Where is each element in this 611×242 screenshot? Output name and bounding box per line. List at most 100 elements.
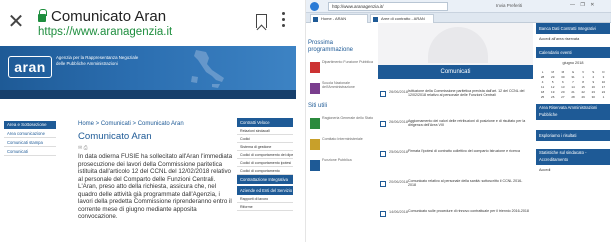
tab-aree[interactable]: Aree di contratto - ARAN bbox=[370, 14, 434, 23]
calendar-day[interactable]: 22 bbox=[579, 90, 588, 94]
area-riservata-head[interactable]: Area Riservata Amministrazioni Pubbliche bbox=[536, 104, 610, 120]
calendar-day[interactable]: 26 bbox=[548, 95, 557, 99]
calendar-day[interactable]: 24 bbox=[599, 90, 608, 94]
calendar-weekday: G bbox=[571, 70, 575, 74]
communication-row[interactable]: 26/06/2018 Aggiornamento dei valori dell… bbox=[378, 118, 533, 140]
document-icon bbox=[380, 151, 386, 157]
calendar-day[interactable]: 17 bbox=[599, 85, 608, 89]
page-url[interactable]: https://www.aranagenzia.it bbox=[38, 26, 172, 38]
favicon-icon bbox=[313, 17, 318, 22]
contracts-item[interactable]: Relazioni sindacali bbox=[237, 127, 293, 135]
nav-item[interactable]: Aree di contratto bbox=[203, 98, 235, 99]
partner-link[interactable]: Comitato Interministeriale bbox=[308, 137, 378, 153]
calendar-grid[interactable]: L M M G V S D 28 29 30 31 1 2 3 4 5 6 7 8 9 10 11 12 13 14 15 16 17… bbox=[536, 68, 610, 101]
nav-item[interactable]: Contrattazione collettiva bbox=[159, 98, 203, 99]
health-item[interactable]: Rapporti di lavoro bbox=[237, 195, 293, 203]
nav-item[interactable]: Area comparti bbox=[235, 98, 263, 99]
calendar-day[interactable]: 29 bbox=[579, 95, 588, 99]
calendar-day[interactable]: 4 bbox=[538, 80, 547, 84]
calendar-day[interactable]: 19 bbox=[548, 90, 557, 94]
statistiche-head[interactable]: Statistiche sul sindacato - Accreditamen… bbox=[536, 149, 610, 165]
tab-home[interactable]: Home - ARAN bbox=[310, 14, 368, 23]
calendar-day[interactable]: 14 bbox=[568, 85, 577, 89]
communication-row[interactable]: 20/06/2018 Comunicato relativo al person… bbox=[378, 178, 533, 200]
sidebar-item-comunicati[interactable]: Comunicati bbox=[4, 147, 56, 156]
calendar-day[interactable]: 23 bbox=[589, 90, 598, 94]
communication-row[interactable]: 25/06/2018 Firmata l'ipotesi di contratt… bbox=[378, 148, 533, 170]
bookmark-icon[interactable] bbox=[256, 14, 267, 28]
calendar-day[interactable]: 6 bbox=[558, 80, 567, 84]
calendar-day[interactable]: 20 bbox=[558, 90, 567, 94]
calendar-day[interactable]: 8 bbox=[579, 80, 588, 84]
nav-item[interactable]: Agenzia bbox=[16, 98, 35, 99]
partner-link[interactable]: Dipartimento Funzione Pubblica bbox=[308, 60, 378, 76]
calendar-day[interactable]: 1 bbox=[599, 95, 608, 99]
banca-dati-text[interactable]: Accedi all'area riservata bbox=[536, 34, 610, 44]
communication-row[interactable]: 26/06/2018 Istituzione della Commissione… bbox=[378, 88, 533, 110]
calendar-day[interactable]: 29 bbox=[548, 75, 557, 79]
document-icon bbox=[380, 91, 386, 97]
contracts-item[interactable]: Sistema di gestione bbox=[237, 143, 293, 151]
screenshot-root: ✕ Comunicato Aran https://www.aranagenzi… bbox=[0, 0, 611, 242]
partner-link[interactable]: Funzione Pubblica bbox=[308, 158, 378, 174]
communication-row[interactable]: 14/06/2018 Comunicato sulle procedure di… bbox=[378, 208, 533, 230]
calendar-day[interactable]: 9 bbox=[589, 80, 598, 84]
partner-link[interactable]: Ragioneria Generale dello Stato bbox=[308, 116, 378, 132]
calendar-day[interactable]: 31 bbox=[568, 75, 577, 79]
sidebar-item-area[interactable]: Area comunicazione bbox=[4, 129, 56, 138]
contracts-item[interactable]: Codici di comportamento dei dipendenti bbox=[237, 151, 293, 159]
url-input[interactable]: http://www.aranagenzia.it/ bbox=[328, 2, 448, 11]
calendar-day[interactable]: 28 bbox=[538, 75, 547, 79]
calendar-day[interactable]: 30 bbox=[558, 75, 567, 79]
calendar-day[interactable]: 27 bbox=[558, 95, 567, 99]
breadcrumb[interactable]: Home > Comunicati > Comunicato Aran bbox=[78, 121, 184, 127]
nav-item[interactable]: Comunicazione bbox=[35, 98, 66, 99]
hero-banner[interactable]: Comunicati bbox=[378, 23, 533, 79]
health-head[interactable]: Aziende ed Enti del Servizio Sanitario N… bbox=[237, 186, 293, 195]
calendar-day[interactable]: 25 bbox=[538, 95, 547, 99]
italy-map-icon bbox=[191, 50, 224, 88]
close-icon[interactable]: ✕ bbox=[6, 12, 26, 32]
desktop-sidebar: Prossima programmazione Dipartimento Fun… bbox=[308, 40, 378, 179]
sidebar-item-comunicati-stampa[interactable]: Comunicati stampa bbox=[4, 138, 56, 147]
desktop-browser: http://www.aranagenzia.it/ Invia Preferi… bbox=[305, 0, 611, 242]
calendar-weekday: M bbox=[551, 70, 554, 74]
integrative-head[interactable]: Contrattazione Integrativa bbox=[237, 175, 293, 184]
contracts-head[interactable]: Contratti Veloce bbox=[237, 118, 293, 127]
health-item[interactable]: Riforme bbox=[237, 203, 293, 211]
calendar-day[interactable]: 10 bbox=[599, 80, 608, 84]
calendar-day[interactable]: 30 bbox=[589, 95, 598, 99]
nav-item[interactable]: Amministrazione trasparente bbox=[65, 98, 117, 99]
esploriamo-head[interactable]: Esploriamo i risultati bbox=[536, 130, 610, 141]
calendar-day[interactable]: 13 bbox=[558, 85, 567, 89]
share-icons[interactable]: ✉ ⎙ bbox=[78, 145, 88, 151]
calendar-day[interactable]: 16 bbox=[589, 85, 598, 89]
calendar-day[interactable]: 7 bbox=[568, 80, 577, 84]
banca-dati-head[interactable]: Banca Dati Contratti Integrativi bbox=[536, 23, 610, 34]
contracts-item[interactable]: Codici di comportamento ipotesi bbox=[237, 159, 293, 167]
nav-item[interactable]: Servizi ed applicazioni bbox=[117, 98, 159, 99]
calendar-day[interactable]: 1 bbox=[579, 75, 588, 79]
calendar-day[interactable]: 18 bbox=[538, 90, 547, 94]
nav-item[interactable]: Home bbox=[0, 98, 16, 99]
calendar-day[interactable]: 11 bbox=[538, 85, 547, 89]
calendar-day[interactable]: 28 bbox=[568, 95, 577, 99]
calendar-day[interactable]: 12 bbox=[548, 85, 557, 89]
partner-link[interactable]: Scuola Nazionale dell'Amministrazione bbox=[308, 81, 378, 97]
calendar-day[interactable]: 21 bbox=[568, 90, 577, 94]
overflow-menu-icon[interactable] bbox=[282, 12, 286, 30]
site-logo[interactable]: aran bbox=[8, 56, 52, 78]
calendar-day[interactable]: 5 bbox=[548, 80, 557, 84]
toolbar-links[interactable]: Invia Preferiti bbox=[496, 3, 522, 8]
calendar-day[interactable]: 3 bbox=[599, 75, 608, 79]
site-nav: HomeAgenziaComunicazioneAmministrazione … bbox=[0, 90, 296, 99]
mobile-browser: ✕ Comunicato Aran https://www.aranagenzi… bbox=[0, 0, 296, 242]
contracts-item[interactable]: Codici di comportamento bbox=[237, 167, 293, 175]
partner-label: Comitato Interministeriale bbox=[322, 137, 363, 141]
statistiche-text[interactable]: Accedi bbox=[536, 165, 610, 175]
contracts-item[interactable]: Codici bbox=[237, 135, 293, 143]
window-controls[interactable]: — ❐ ✕ bbox=[570, 2, 596, 8]
calendar-day[interactable]: 15 bbox=[579, 85, 588, 89]
partner-logo-icon bbox=[310, 118, 320, 129]
calendar-day[interactable]: 2 bbox=[589, 75, 598, 79]
